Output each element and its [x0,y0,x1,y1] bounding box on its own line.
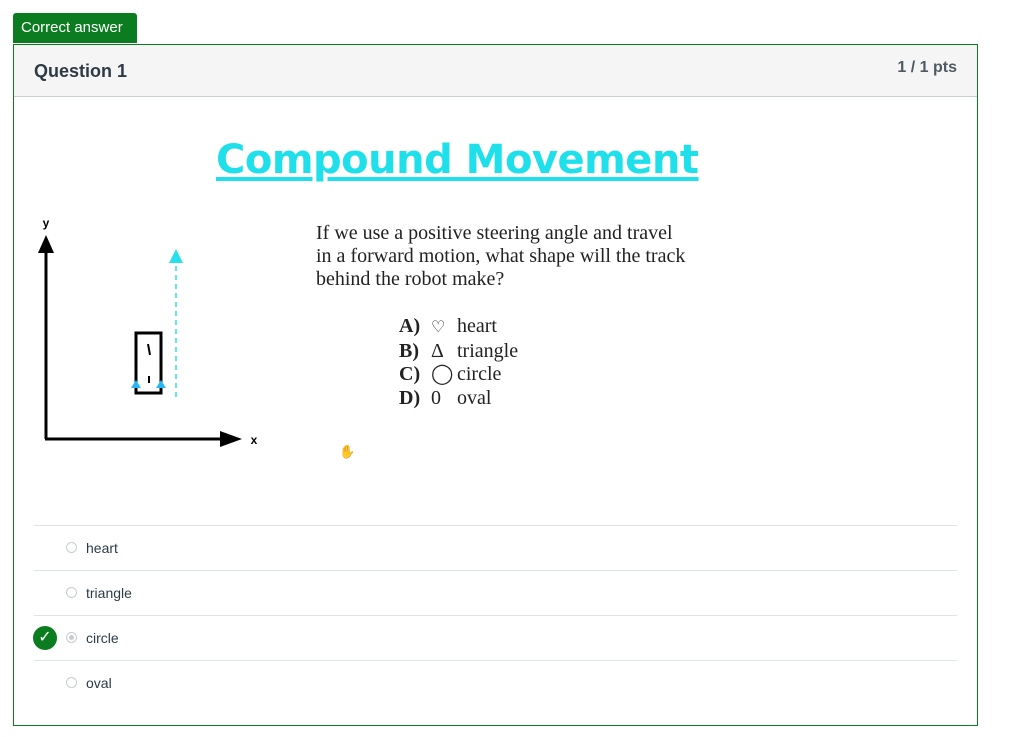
y-axis-label: y [43,216,50,230]
slide-question-text: If we use a positive steering angle and … [316,222,686,290]
answer-option-heart[interactable]: heart [34,525,957,570]
question-title: Question 1 [34,61,128,81]
triangle-icon: Δ [431,339,444,362]
radio-oval[interactable] [66,677,77,688]
answer-option-oval[interactable]: oval [34,660,957,705]
answer-option-circle[interactable]: ✓ circle [33,615,957,660]
question-points: 1 / 1 pts [897,59,957,76]
answer-option-triangle[interactable]: triangle [34,570,957,615]
answer-label: oval [86,675,112,691]
slide-title: Compound Movement [216,137,699,183]
y-axis-arrowhead [38,235,54,253]
radio-triangle[interactable] [66,587,77,598]
forward-path-arrowhead [169,249,183,263]
circle-icon: ◯ [431,363,454,385]
x-axis-arrowhead [220,431,242,447]
radio-heart[interactable] [66,542,77,553]
robot-body [134,331,163,395]
robot-diagram: y x [38,216,258,447]
radio-circle[interactable] [66,632,77,643]
answer-label: circle [86,630,119,646]
slide-option-c: C) ◯ circle [399,363,502,385]
hand-cursor-icon: ✋ [339,444,356,459]
answer-label: heart [86,540,118,556]
heart-icon: ♡ [431,319,446,336]
slide-option-d: D) 0 oval [399,386,492,409]
question-slide-image: Compound Movement y x If we use a positi… [34,97,714,527]
slide-option-a: A) ♡ heart [399,315,518,340]
question-card: Question 1 1 / 1 pts Compound Movement y… [13,44,978,726]
answer-list: heart triangle ✓ circle oval [33,525,957,705]
correct-answer-badge: Correct answer [13,13,137,43]
check-icon: ✓ [33,626,57,650]
question-header: Question 1 1 / 1 pts [14,45,977,97]
slide-options: A) ♡ heart B) Δtriangle C) ◯ circle D) 0 oval [399,315,518,410]
answer-label: triangle [86,585,132,601]
oval-icon: 0 [431,386,441,409]
slide-option-b: B) Δtriangle [399,339,519,362]
x-axis-label: x [251,433,258,447]
